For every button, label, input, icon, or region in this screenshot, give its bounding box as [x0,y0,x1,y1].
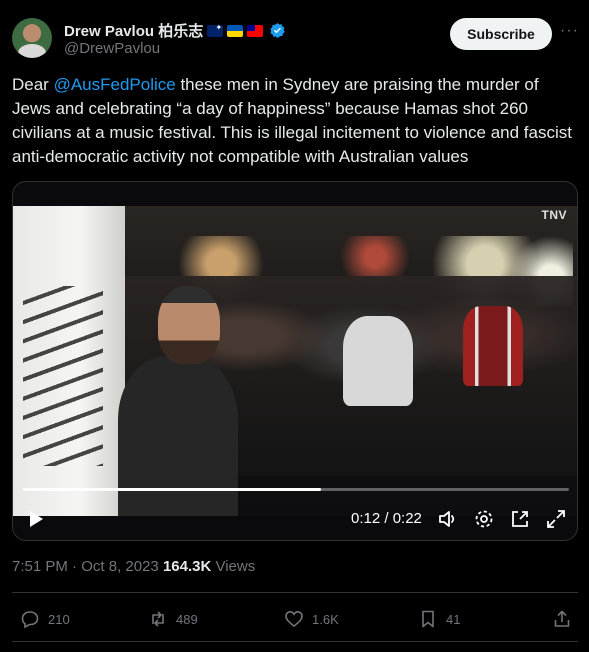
speaker [118,286,248,516]
tweet-date[interactable]: Oct 8, 2023 [81,558,159,575]
repost-icon [152,611,164,627]
share-button[interactable] [552,606,572,632]
banner-flag [13,206,125,516]
video-progress-fill [23,488,321,491]
reply-count: 210 [48,611,70,627]
meta-separator: · [67,558,82,575]
settings-icon[interactable] [473,508,495,530]
repost-button[interactable]: 489 [148,606,198,632]
share-icon [554,610,570,627]
bookmark-button[interactable]: 41 [418,606,460,632]
ukraine-flag-icon [227,24,244,37]
reply-button[interactable]: 210 [20,606,70,632]
person-white-jacket [343,316,413,406]
volume-icon[interactable] [437,508,459,530]
play-icon[interactable] [27,510,45,528]
video-progress-bar[interactable] [23,488,569,491]
more-options-icon[interactable]: ··· [560,22,579,40]
bookmark-icon [422,610,434,628]
tweet-text: Dear @AusFedPolice these men in Sydney a… [12,73,572,169]
pop-out-icon[interactable] [509,508,531,530]
views-count: 164.3K [162,558,212,575]
avatar[interactable] [12,18,52,58]
action-bar: 210 489 1.6K 41 [12,606,578,632]
divider-bottom [12,641,578,642]
australia-flag-icon [207,23,224,37]
video-timecode: 0:12 / 0:22 [351,510,422,527]
speaker-body [118,356,238,516]
video-frame[interactable] [13,206,577,516]
taiwan-flag-icon [247,24,264,37]
video-watermark: TNV [541,208,567,222]
repost-count: 489 [176,611,198,627]
author-name-row: Drew Pavlou 柏乐志 [64,20,286,41]
tweet-header: Drew Pavlou 柏乐志 @DrewPavlou Subscribe ··… [12,18,579,62]
divider-top [12,592,578,593]
tweet-time[interactable]: 7:51 PM [12,558,68,575]
fullscreen-icon[interactable] [545,508,567,530]
views-label: Views [211,558,256,575]
verified-badge-icon[interactable] [269,22,286,39]
video-controls: 0:12 / 0:22 [13,502,577,536]
tweet-text-start: Dear [12,75,54,94]
person-hi-vis-vest [463,306,523,386]
reply-icon [21,611,39,629]
subscribe-button[interactable]: Subscribe [450,18,552,50]
like-button[interactable]: 1.6K [284,606,339,632]
speaker-head [158,286,220,364]
video-player[interactable]: TNV 0:12 / 0:22 [12,181,578,541]
mention-link[interactable]: @AusFedPolice [54,75,176,94]
author-handle[interactable]: @DrewPavlou [64,40,160,57]
like-count: 1.6K [312,611,339,627]
heart-icon [285,610,303,628]
tweet-meta: 7:51 PM · Oct 8, 2023 164.3K Views [12,558,255,575]
bookmark-count: 41 [446,611,461,627]
author-display-name[interactable]: Drew Pavlou 柏乐志 [64,20,203,41]
